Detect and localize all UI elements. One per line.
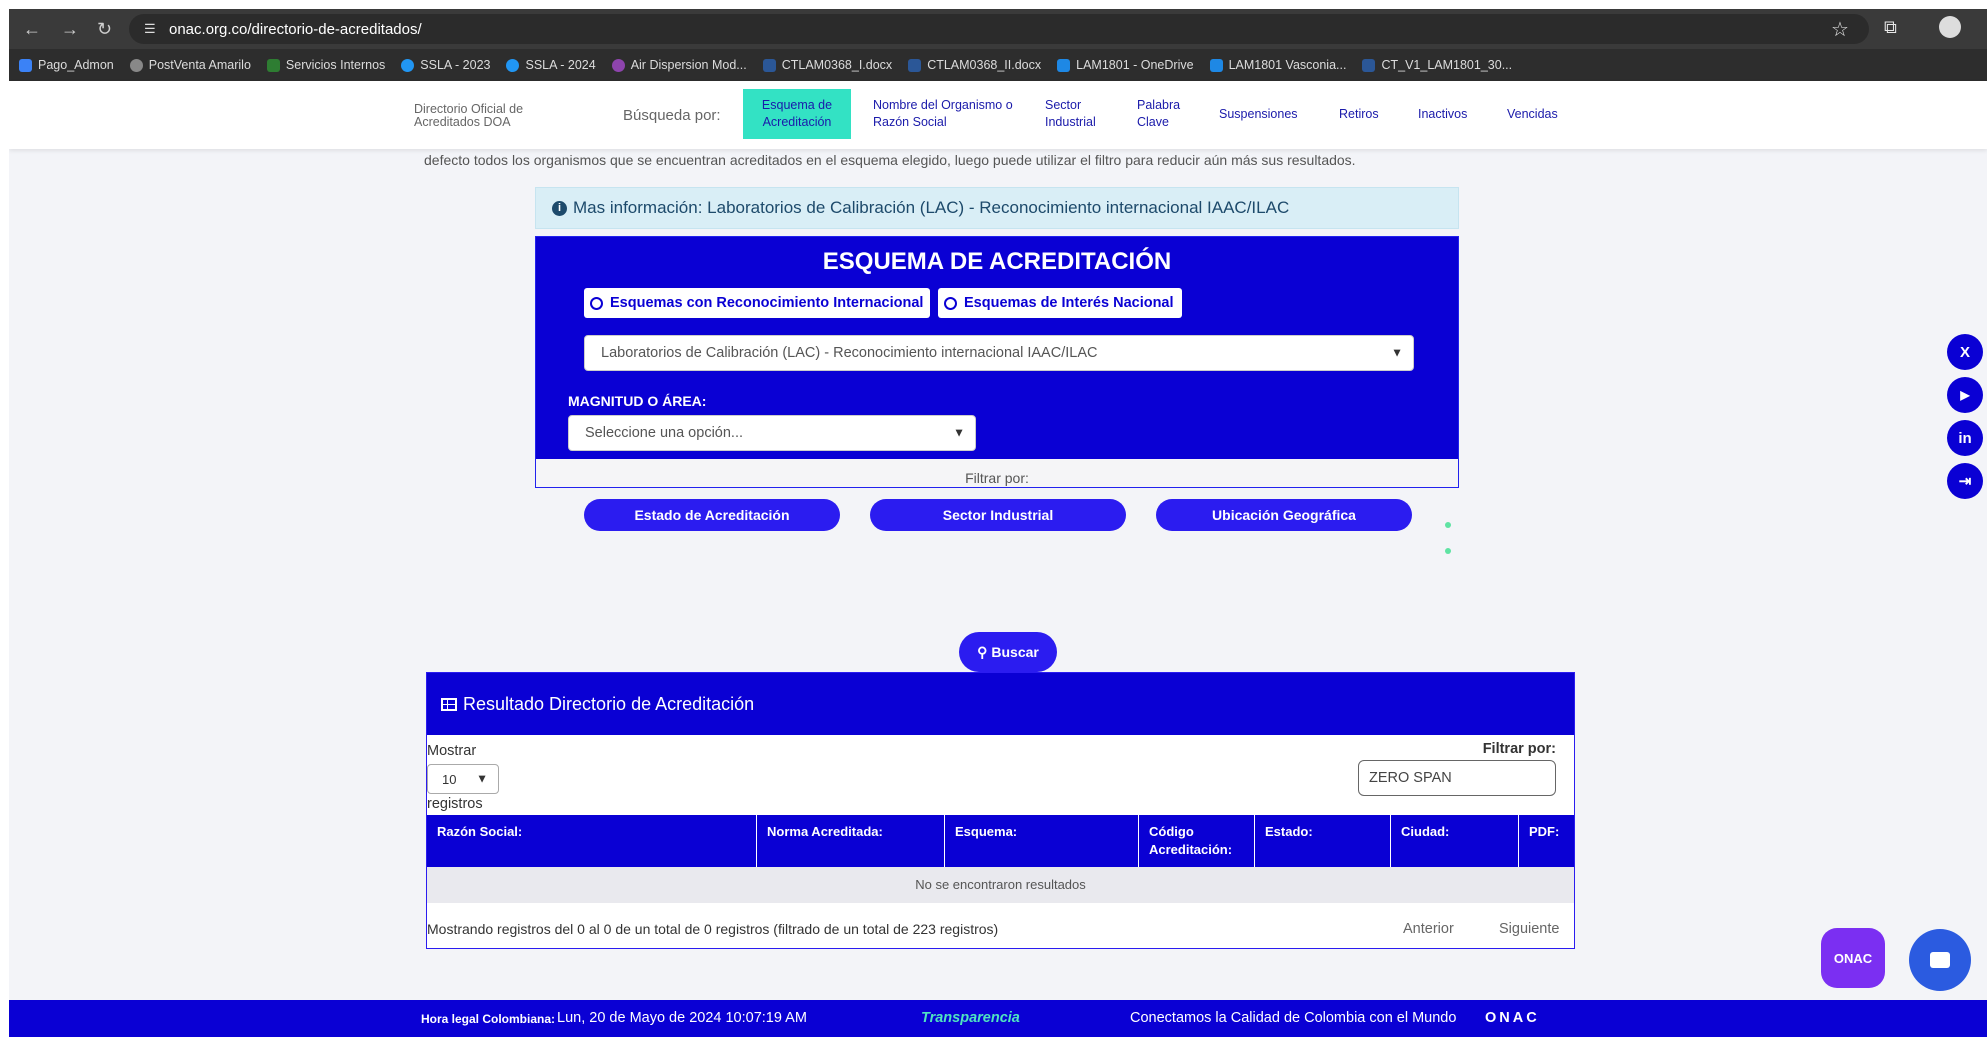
- registros-label: registros: [427, 796, 483, 812]
- filtrar-por-label: Filtrar por:: [1482, 741, 1556, 757]
- col-razon-social[interactable]: Razón Social:: [427, 815, 757, 867]
- site-info-icon[interactable]: ☰: [144, 21, 158, 36]
- tab-suspensiones[interactable]: Suspensiones: [1219, 106, 1298, 123]
- decorative-dot: [1445, 522, 1451, 528]
- hora-value: Lun, 20 de Mayo de 2024 10:07:19 AM: [557, 1010, 807, 1026]
- results-summary: Mostrando registros del 0 al 0 de un tot…: [427, 921, 999, 937]
- tab-retiros[interactable]: Retiros: [1339, 106, 1379, 123]
- tab-nombre-organismo[interactable]: Nombre del Organismo o Razón Social: [873, 97, 1013, 131]
- sector-industrial-button[interactable]: Sector Industrial: [870, 499, 1126, 531]
- info-banner[interactable]: i Mas información: Laboratorios de Calib…: [535, 187, 1459, 229]
- bookmark-item[interactable]: LAM1801 - OneDrive: [1057, 58, 1194, 72]
- radio-interes-nacional[interactable]: Esquemas de Interés Nacional: [938, 288, 1182, 318]
- rows-per-page-select[interactable]: 10 ▼: [427, 764, 499, 794]
- reload-icon[interactable]: ↻: [97, 19, 112, 40]
- pagination-next[interactable]: Siguiente: [1499, 921, 1559, 937]
- tab-esquema-acreditacion[interactable]: Esquema de Acreditación: [743, 89, 851, 139]
- url-text[interactable]: onac.org.co/directorio-de-acreditados/: [169, 21, 422, 38]
- filtrar-label: Filtrar por:: [965, 470, 1029, 486]
- bookmark-item[interactable]: Air Dispersion Mod...: [611, 58, 747, 72]
- forward-icon[interactable]: →: [61, 19, 79, 40]
- site-brand[interactable]: Directorio Oficial de Acreditados DOA: [414, 103, 554, 129]
- youtube-icon[interactable]: ▶: [1947, 377, 1983, 413]
- col-pdf[interactable]: PDF:: [1519, 815, 1574, 867]
- decorative-dot: [1445, 548, 1451, 554]
- ubicacion-geografica-button[interactable]: Ubicación Geográfica: [1156, 499, 1412, 531]
- esquema-title: ESQUEMA DE ACREDITACIÓN: [822, 248, 1172, 275]
- results-panel: Resultado Directorio de Acreditación Mos…: [426, 672, 1575, 949]
- onac-chat-badge[interactable]: ONAC: [1821, 928, 1885, 988]
- table-header: Razón Social: Norma Acreditada: Esquema:…: [427, 815, 1574, 867]
- chevron-down-icon: ▼: [953, 425, 965, 440]
- magnitud-select[interactable]: Seleccione una opción... ▼: [568, 415, 976, 451]
- back-icon[interactable]: ←: [23, 19, 41, 40]
- esquema-panel: ESQUEMA DE ACREDITACIÓN Esquemas con Rec…: [535, 236, 1459, 554]
- tab-palabra-clave[interactable]: Palabra Clave: [1137, 97, 1187, 131]
- col-codigo-acreditacion[interactable]: Código Acreditación:: [1139, 815, 1255, 867]
- info-icon: i: [552, 200, 567, 216]
- bookmarks-bar: Pago_Admon PostVenta Amarilo Servicios I…: [9, 49, 1987, 81]
- col-esquema[interactable]: Esquema:: [945, 815, 1139, 867]
- footer: Hora legal Colombiana: Lun, 20 de Mayo d…: [9, 1000, 1987, 1037]
- esquema-select[interactable]: Laboratorios de Calibración (LAC) - Reco…: [584, 335, 1414, 371]
- site-header: Directorio Oficial de Acreditados DOA Bú…: [9, 81, 1987, 149]
- pagination-previous[interactable]: Anterior: [1403, 921, 1454, 937]
- col-norma-acreditada[interactable]: Norma Acreditada:: [757, 815, 945, 867]
- busqueda-label: Búsqueda por:: [623, 107, 721, 124]
- chevron-down-icon: ▼: [1391, 345, 1403, 360]
- login-icon[interactable]: ⇥: [1947, 463, 1983, 499]
- browser-window: ← → ↻ ☰ onac.org.co/directorio-de-acredi…: [9, 9, 1987, 1037]
- bookmark-item[interactable]: SSLA - 2024: [506, 58, 596, 72]
- bookmark-item[interactable]: CTLAM0368_I.docx: [762, 58, 892, 72]
- info-text: Mas información: Laboratorios de Calibra…: [573, 198, 1290, 217]
- col-ciudad[interactable]: Ciudad:: [1391, 815, 1519, 867]
- onac-logo[interactable]: ONAC: [1485, 1010, 1540, 1026]
- chat-button[interactable]: [1909, 929, 1971, 991]
- bookmark-item[interactable]: PostVenta Amarilo: [129, 58, 251, 72]
- intro-text: defecto todos los organismos que se encu…: [424, 152, 1356, 168]
- radio-reconocimiento-internacional[interactable]: Esquemas con Reconocimiento Internaciona…: [584, 288, 930, 318]
- estado-acreditacion-button[interactable]: Estado de Acreditación: [584, 499, 840, 531]
- radio-icon: [944, 296, 957, 310]
- buscar-button[interactable]: ⚲ Buscar: [959, 632, 1057, 672]
- extensions-icon[interactable]: ⧉: [1884, 17, 1897, 38]
- table-icon: [441, 697, 457, 711]
- filter-input[interactable]: ZERO SPAN: [1358, 760, 1556, 796]
- bookmark-item[interactable]: LAM1801 Vasconia...: [1209, 58, 1346, 72]
- x-social-icon[interactable]: X: [1947, 334, 1983, 370]
- bookmark-item[interactable]: Pago_Admon: [19, 58, 114, 72]
- chat-icon: [1930, 952, 1950, 968]
- hora-label: Hora legal Colombiana:: [421, 1012, 556, 1026]
- chevron-down-icon: ▼: [476, 771, 488, 786]
- footer-slogan: Conectamos la Calidad de Colombia con el…: [1130, 1010, 1457, 1026]
- col-estado[interactable]: Estado:: [1255, 815, 1391, 867]
- esquema-panel-top: ESQUEMA DE ACREDITACIÓN Esquemas con Rec…: [536, 237, 1458, 459]
- tab-inactivos[interactable]: Inactivos: [1418, 106, 1467, 123]
- star-icon[interactable]: ☆: [1831, 17, 1849, 42]
- radio-icon: [590, 296, 603, 310]
- tab-vencidas[interactable]: Vencidas: [1507, 106, 1558, 123]
- bookmark-item[interactable]: SSLA - 2023: [401, 58, 490, 72]
- bookmark-item[interactable]: Servicios Internos: [266, 58, 385, 72]
- results-title: Resultado Directorio de Acreditación: [463, 693, 755, 714]
- bookmark-item[interactable]: CT_V1_LAM1801_30...: [1362, 58, 1512, 72]
- linkedin-icon[interactable]: in: [1947, 420, 1983, 456]
- tab-sector-industrial[interactable]: Sector Industrial: [1045, 97, 1105, 131]
- transparencia-link[interactable]: Transparencia: [921, 1010, 1020, 1026]
- bookmark-item[interactable]: CTLAM0368_II.docx: [908, 58, 1041, 72]
- browser-toolbar: ← → ↻ ☰ onac.org.co/directorio-de-acredi…: [9, 9, 1987, 49]
- search-icon: ⚲: [977, 643, 988, 660]
- mostrar-label: Mostrar: [427, 743, 477, 759]
- magnitud-label: MAGNITUD O ÁREA:: [568, 393, 707, 409]
- profile-icon[interactable]: [1939, 16, 1961, 38]
- results-header: Resultado Directorio de Acreditación: [427, 673, 1574, 735]
- empty-results-row: No se encontraron resultados: [427, 867, 1574, 903]
